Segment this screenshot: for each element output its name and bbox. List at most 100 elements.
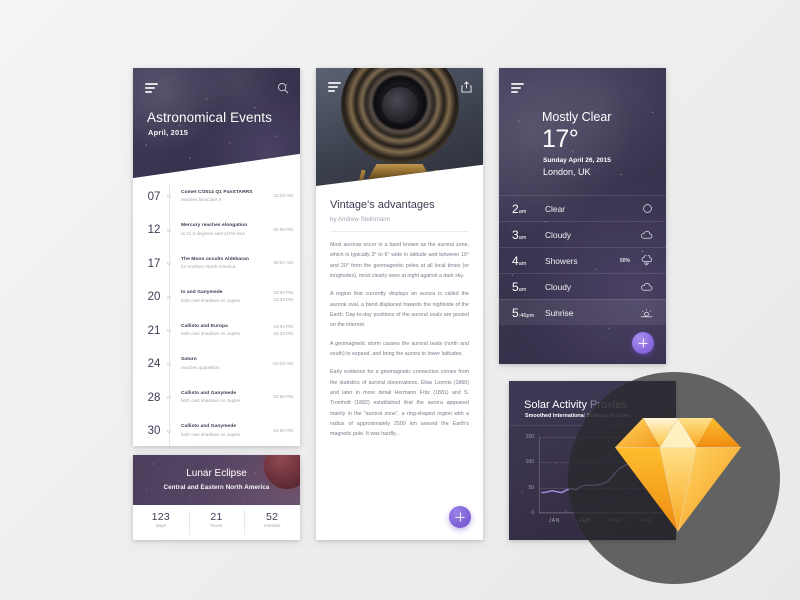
cloud-icon: [639, 230, 653, 240]
forecast-condition: Cloudy: [545, 281, 572, 292]
share-icon[interactable]: [461, 81, 472, 93]
countdown-label: days: [155, 524, 166, 529]
event-time: 04:00 PM: [273, 226, 293, 232]
event-row[interactable]: 17 The Moon occults Aldebaran for northern…: [133, 247, 300, 281]
countdown-cell: 52 minutes: [244, 505, 300, 540]
page-title: Astronomical Events: [147, 110, 272, 125]
event-body: Io and Ganymede both cast shadows on Jupi…: [167, 290, 273, 304]
event-row[interactable]: 20 Io and Ganymede both cast shadows on Ju…: [133, 281, 300, 315]
page-subtitle: April, 2015: [148, 128, 189, 137]
event-name: Saturn: [181, 357, 197, 363]
weather-date: Sunday April 26, 2015: [543, 157, 611, 164]
event-time: 12:53 AM: [273, 193, 293, 199]
hamburger-icon[interactable]: [328, 82, 341, 94]
event-times: 01:56 PM: [273, 394, 300, 401]
y-axis-tick: 100: [525, 459, 534, 466]
tripod-leg: [358, 169, 366, 184]
event-description: for northern North America: [181, 264, 236, 270]
countdown-label: minutes: [263, 524, 281, 529]
event-body: Callisto and Europa both cast shadows on …: [167, 324, 273, 338]
forecast-row[interactable]: 3am Cloudy: [499, 221, 666, 247]
event-times: 12:53 AM: [274, 193, 300, 200]
event-name: Io and Ganymede: [181, 290, 223, 296]
sunrise-icon: [639, 308, 653, 318]
countdown-cell: 123 days: [133, 505, 189, 540]
event-name: Callisto and Ganymede: [181, 390, 237, 396]
forecast-row[interactable]: 4am Showers 50%: [499, 247, 666, 273]
x-axis-tick: JAN: [548, 518, 560, 524]
add-button[interactable]: [632, 332, 654, 354]
event-description: both cast shadows on Jupiter: [181, 331, 241, 337]
event-time: 10:04 PM: [273, 290, 293, 296]
event-row[interactable]: 30 Callisto and Ganymede both cast shadows…: [133, 415, 300, 447]
timeline-dot: [167, 228, 171, 232]
event-description: both cast shadows on Jupiter: [181, 398, 241, 404]
article-card: Vintage's advantages by Andrew Stelhmann…: [316, 68, 483, 540]
timeline-dot: [167, 396, 171, 400]
precip-chance: 50%: [619, 257, 630, 264]
event-time: ~12:53 AM: [270, 360, 293, 366]
event-day: 20: [147, 291, 161, 304]
hourly-forecast-list: 2am Clear 3am Cloudy 4am Showers 50% 5am Cloudy 5…: [499, 195, 666, 325]
search-icon[interactable]: [277, 82, 289, 94]
tripod-leg: [433, 169, 441, 184]
lens-center: [381, 87, 418, 123]
event-row[interactable]: 21 Callisto and Europa both cast shadows o…: [133, 314, 300, 348]
event-time: 01:56 PM: [273, 394, 293, 400]
forecast-condition: Showers: [545, 255, 578, 266]
countdown: 123 days 21 hours 52 minutes: [133, 505, 300, 540]
event-times: 04:00 PM: [273, 227, 300, 234]
forecast-hour: 4am: [512, 253, 527, 268]
timeline-dot: [167, 362, 171, 366]
plus-icon: [639, 339, 648, 348]
eclipse-title: Lunar Eclipse: [186, 468, 247, 479]
forecast-hour: 5am: [512, 279, 527, 294]
event-times: 10:04 PM 10:33 PM: [273, 324, 300, 338]
add-button[interactable]: [449, 506, 471, 528]
countdown-value: 52: [266, 511, 279, 523]
sun-circle-icon: [639, 203, 653, 214]
event-description: reaches binocular X: [181, 197, 222, 203]
hamburger-icon[interactable]: [145, 83, 158, 95]
countdown-cell: 21 hours: [188, 505, 245, 540]
forecast-condition: Cloudy: [545, 229, 572, 240]
countdown-label: hours: [210, 524, 223, 529]
cloud-icon: [639, 282, 653, 292]
astronomical-events-card: Astronomical Events April, 2015 07 Comet …: [133, 68, 300, 446]
y-axis-tick: 0: [531, 510, 534, 516]
event-row[interactable]: 28 Callisto and Ganymede both cast shadows…: [133, 381, 300, 415]
event-body: The Moon occults Aldebaran for northern N…: [167, 257, 274, 271]
telescope-lens-photo: [316, 68, 483, 186]
forecast-condition: Clear: [545, 203, 566, 214]
screenshot-canvas: Astronomical Events April, 2015 07 Comet …: [0, 0, 800, 600]
rain-cloud-icon: [639, 255, 653, 266]
weather-condition: Mostly Clear: [542, 110, 612, 124]
timeline-dot: [167, 262, 171, 266]
forecast-row[interactable]: 5:46pm Sunrise: [499, 299, 666, 325]
event-description: both cast shadows on Jupiter: [181, 431, 241, 437]
forecast-row[interactable]: 5am Cloudy: [499, 273, 666, 299]
event-row[interactable]: 12 Mercury reaches elongation at 21.2 degr…: [133, 214, 300, 248]
countdown-value: 123: [151, 511, 171, 523]
article-author: by Andrew Stelhmann: [330, 216, 391, 223]
event-day: 28: [147, 391, 161, 404]
event-times: 10:04 PM 10:33 PM: [273, 290, 300, 304]
hamburger-icon[interactable]: [511, 83, 524, 95]
event-name: Comet C/2014 Q1 PanSTARRS: [181, 189, 253, 195]
forecast-condition: Sunrise: [545, 307, 574, 318]
event-day: 12: [147, 224, 161, 237]
event-row[interactable]: 24 Saturn reaches opposition ~12:53 AM: [133, 348, 300, 382]
forecast-hour: 2am: [512, 201, 527, 216]
event-description: both cast shadows on Jupiter: [181, 297, 241, 303]
article-paragraph: A region that currently displays an auro…: [330, 291, 469, 329]
event-name: Mercury reaches elongation: [181, 223, 248, 229]
lunar-eclipse-card[interactable]: Lunar Eclipse Central and Eastern North …: [133, 455, 300, 540]
event-row[interactable]: 07 Comet C/2014 Q1 PanSTARRS reaches binoc…: [133, 180, 300, 214]
weather-card: Mostly Clear 17° Sunday April 26, 2015 L…: [499, 68, 666, 364]
lens-barrel: [340, 68, 459, 164]
timeline-dot: [167, 329, 171, 333]
forecast-row[interactable]: 2am Clear: [499, 195, 666, 221]
event-body: Mercury reaches elongation at 21.2 degree…: [167, 223, 273, 237]
eclipse-banner: Lunar Eclipse Central and Eastern North …: [133, 455, 300, 505]
event-description: at 21.2 degrees east of the Sun: [181, 230, 246, 236]
